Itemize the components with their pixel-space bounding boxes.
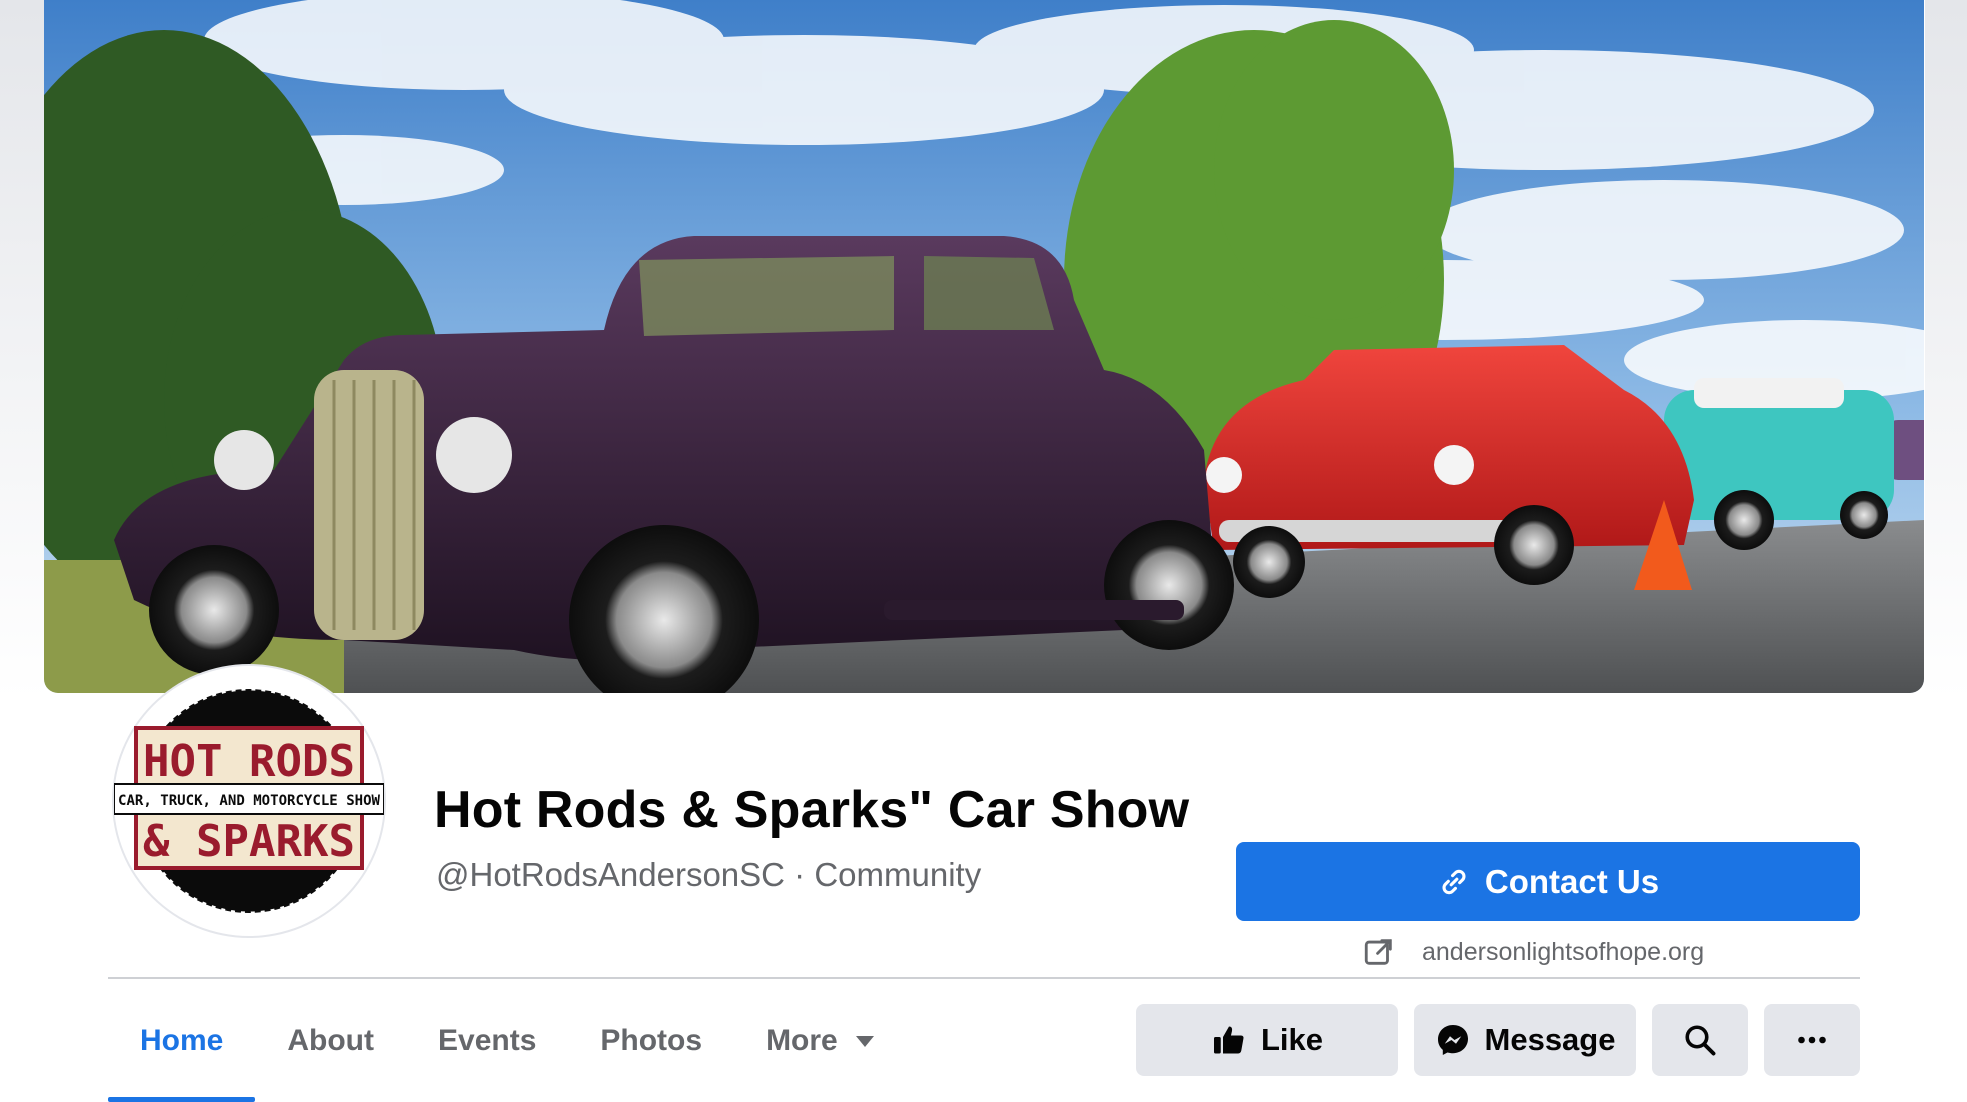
like-button[interactable]: Like — [1136, 1004, 1398, 1076]
background-shade — [1925, 0, 1967, 700]
tab-more-label: More — [766, 1024, 838, 1057]
page-title: Hot Rods & Sparks" Car Show — [434, 781, 1190, 839]
page-tabs: Home About Events Photos More — [108, 984, 906, 1102]
more-options-button[interactable] — [1764, 1004, 1860, 1076]
tab-events[interactable]: Events — [406, 984, 568, 1098]
tab-about-label: About — [287, 1024, 374, 1057]
search-button[interactable] — [1652, 1004, 1748, 1076]
website-url: andersonlightsofhope.org — [1422, 937, 1705, 966]
logo-text-sparks: & SPARKS — [143, 816, 355, 867]
website-link[interactable]: andersonlightsofhope.org — [1362, 932, 1704, 972]
cover-photo-image — [44, 0, 1924, 693]
page-handle-category: @HotRodsAndersonSC · Community — [436, 856, 982, 893]
link-icon — [1442, 869, 1466, 894]
tab-about[interactable]: About — [255, 984, 406, 1098]
like-label: Like — [1260, 1022, 1324, 1057]
messenger-icon — [1437, 1025, 1468, 1055]
header-divider — [108, 977, 1860, 979]
message-label: Message — [1484, 1022, 1616, 1057]
thumbs-up-icon — [1213, 1026, 1244, 1054]
ellipsis-icon — [1798, 1036, 1826, 1044]
tab-home-label: Home — [140, 1024, 224, 1057]
message-button[interactable]: Message — [1414, 1004, 1636, 1076]
tab-events-label: Events — [438, 1024, 537, 1057]
background-shade — [0, 0, 44, 700]
logo-text-subtitle: CAR, TRUCK, AND MOTORCYCLE SHOW — [118, 793, 381, 809]
logo-text-hot-rods: HOT RODS — [143, 736, 355, 787]
external-link-icon — [1364, 939, 1392, 965]
contact-us-button[interactable]: Contact Us — [1236, 842, 1860, 921]
hot-rods-sparks-logo: HOT RODS CAR, TRUCK, AND MOTORCYCLE SHOW… — [114, 673, 384, 929]
page-header: HOT RODS CAR, TRUCK, AND MOTORCYCLE SHOW… — [0, 0, 1967, 1102]
tab-more[interactable]: More — [734, 984, 906, 1098]
tab-photos[interactable]: Photos — [568, 984, 734, 1098]
caret-down-icon — [855, 1035, 874, 1047]
tab-photos-label: Photos — [600, 1024, 703, 1057]
cover-photo[interactable] — [44, 0, 1924, 693]
contact-us-label: Contact Us — [1484, 862, 1660, 900]
tab-home[interactable]: Home — [108, 984, 256, 1102]
page-profile-picture[interactable]: HOT RODS CAR, TRUCK, AND MOTORCYCLE SHOW… — [114, 666, 384, 936]
search-icon — [1685, 1025, 1716, 1056]
